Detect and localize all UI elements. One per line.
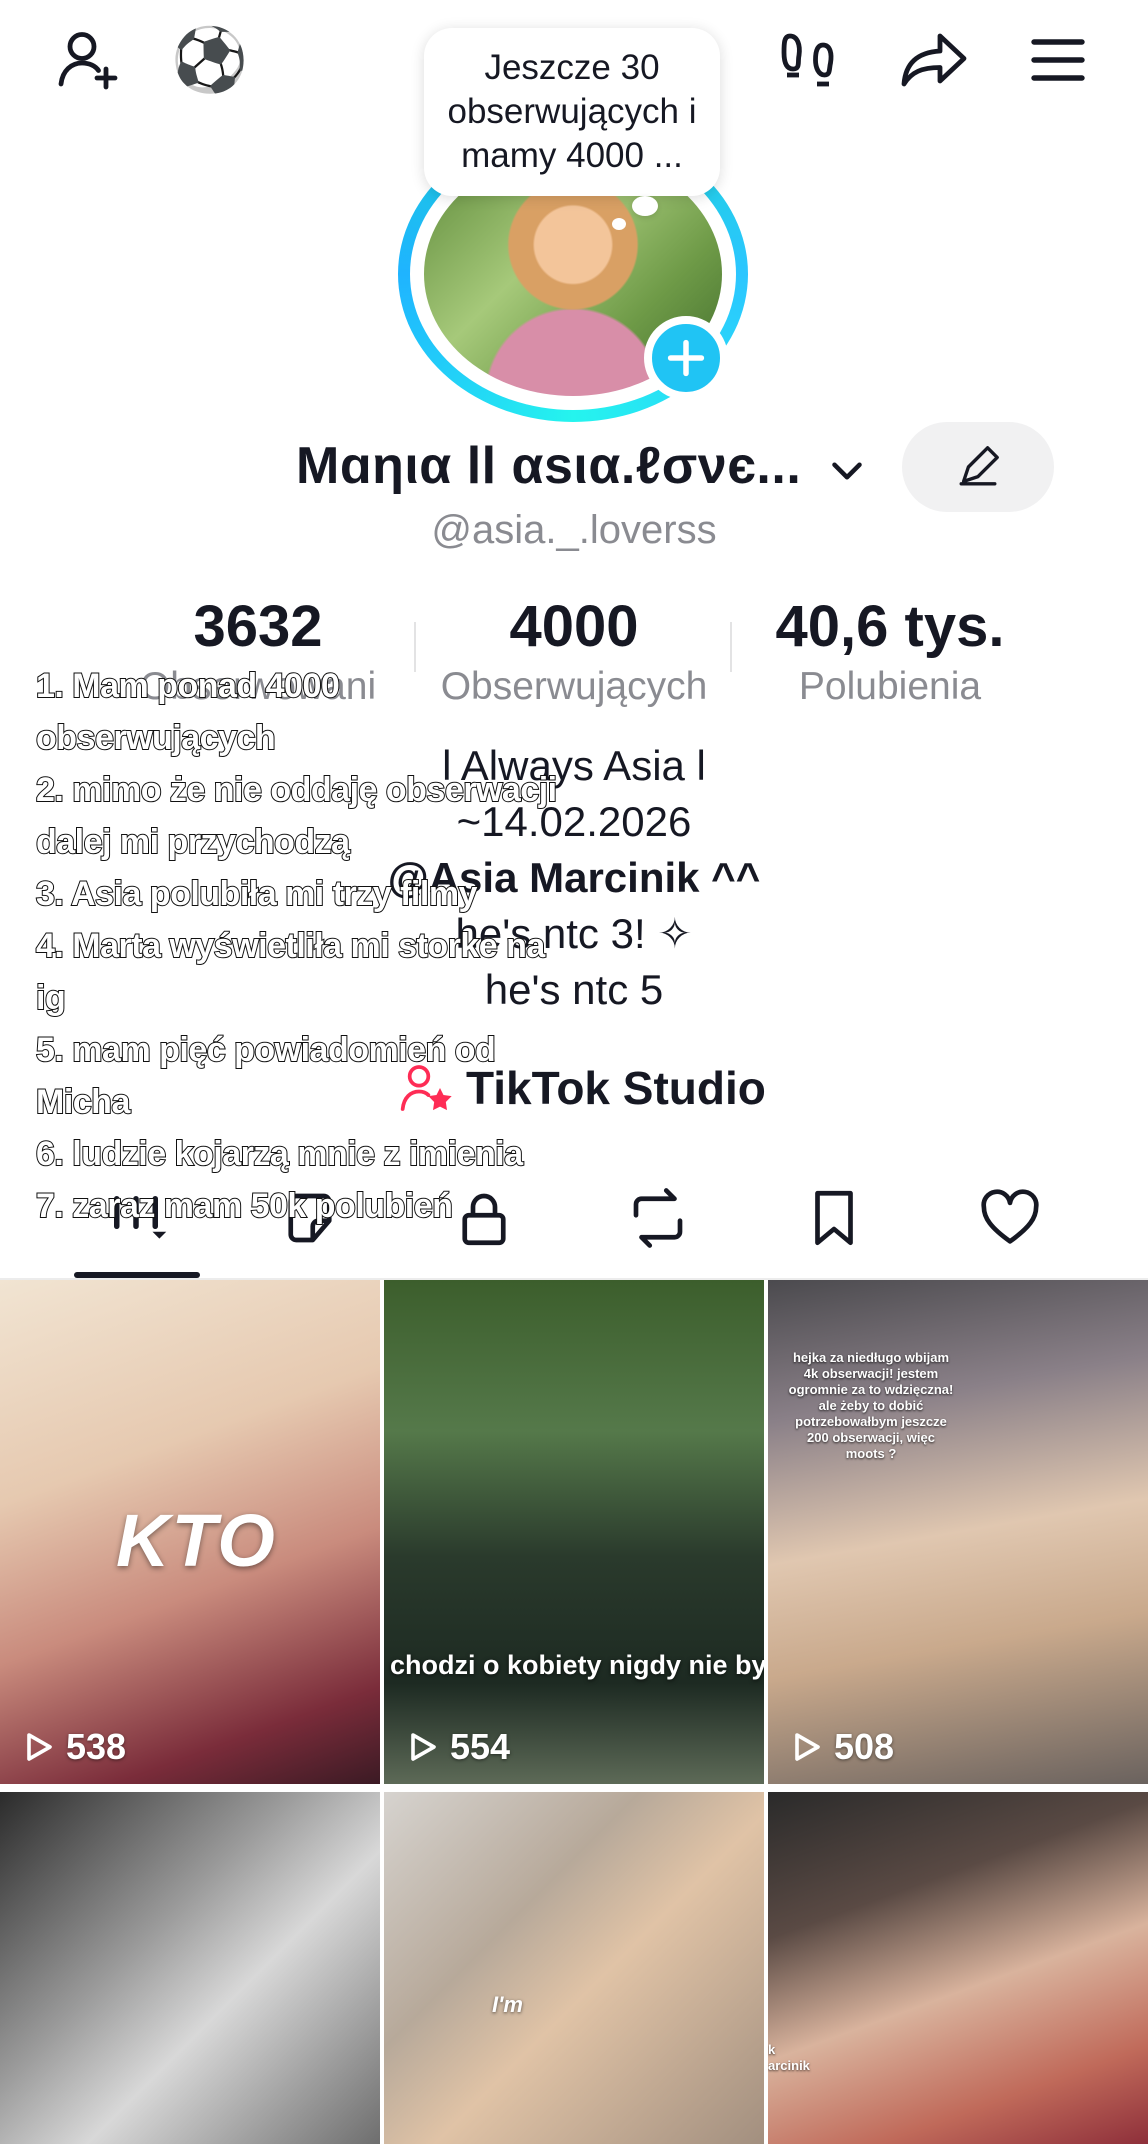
overlay-line: 1. Mam ponad 4000 — [35, 666, 341, 706]
note-bubble-text: Jeszcze 30 obserwujących i mamy 4000 ... — [447, 48, 697, 175]
note-bubble[interactable]: Jeszcze 30 obserwujących i mamy 4000 ... — [424, 28, 720, 196]
overlay-line: 6. ludzie kojarzą mnie z imienia — [35, 1134, 524, 1174]
username: @asia._.loverss — [431, 508, 717, 552]
repost-icon — [633, 1188, 683, 1248]
video-thumbnail[interactable]: KTO 538 — [0, 1280, 380, 1784]
video-views: 554 — [404, 1726, 510, 1768]
share-icon[interactable] — [892, 18, 976, 102]
overlay-line: 5. mam pięć powiadomień od — [35, 1030, 497, 1070]
overlay-line: Micha — [35, 1082, 131, 1122]
overlay-list: 1. Mam ponad 4000 obserwujących 2. mimo … — [35, 660, 558, 1232]
repost-tab[interactable] — [598, 1178, 718, 1258]
overlay-line: 2. mimo że nie oddaję obserwacji — [35, 770, 558, 810]
stat-following-value: 3632 — [193, 594, 323, 659]
video-caption: k arcinik — [768, 2042, 810, 2073]
chevron-down-icon[interactable] — [822, 446, 872, 496]
stat-followers-value: 4000 — [509, 594, 639, 659]
video-caption: I'm — [492, 1992, 523, 2017]
overlay-line: ig — [35, 978, 67, 1018]
video-thumbnail[interactable]: I'm — [384, 1792, 764, 2144]
overlay-line: obserwujących — [35, 718, 277, 758]
overlay-line: 3. Asia polubiła mi trzy filmy — [35, 874, 478, 914]
menu-icon[interactable] — [1016, 18, 1100, 102]
soccer-ball-icon[interactable]: ⚽ — [168, 18, 252, 102]
stat-likes-label: Polubienia — [798, 665, 982, 708]
video-views: 508 — [788, 1726, 894, 1768]
display-name[interactable]: Mɑηια ll αsια.ℓσνє... — [296, 436, 801, 496]
liked-tab[interactable] — [950, 1178, 1070, 1258]
video-caption: chodzi o kobiety nigdy nie byłem odwa — [390, 1650, 764, 1680]
video-thumbnail[interactable]: hejka za niedługo wbijam 4k obserwacji! … — [768, 1280, 1148, 1784]
plus-icon — [667, 339, 705, 377]
stat-likes[interactable]: 40,6 tys. Polubienia — [730, 592, 1050, 710]
overlay-line: 4. Marta wyświetliła mi storke na — [35, 926, 546, 966]
stat-likes-value: 40,6 tys. — [775, 594, 1005, 659]
play-icon — [795, 1733, 820, 1761]
overlay-line: 7. zaraz mam 50k polubień — [35, 1186, 454, 1226]
video-thumbnail[interactable] — [0, 1792, 380, 2144]
add-user-icon[interactable] — [46, 18, 130, 102]
play-icon — [411, 1733, 436, 1761]
video-thumbnail[interactable]: k arcinik — [768, 1792, 1148, 2144]
video-views: 538 — [20, 1726, 126, 1768]
edit-profile-button[interactable] — [902, 422, 1054, 512]
add-story-button[interactable] — [644, 316, 728, 400]
saved-tab[interactable] — [774, 1178, 894, 1258]
video-caption: hejka za niedługo wbijam 4k obserwacji! … — [788, 1350, 954, 1461]
video-views-count: 554 — [450, 1726, 511, 1767]
heart-icon — [981, 1189, 1039, 1244]
footprints-icon[interactable] — [766, 18, 850, 102]
video-views-count: 538 — [66, 1726, 127, 1767]
bookmark-icon — [815, 1190, 853, 1246]
overlay-line: dalej mi przychodzą — [35, 822, 351, 862]
pencil-icon — [959, 446, 999, 486]
play-icon — [27, 1733, 52, 1761]
video-views-count: 508 — [834, 1726, 895, 1767]
video-caption: KTO — [116, 1499, 277, 1582]
video-thumbnail[interactable]: chodzi o kobiety nigdy nie byłem odwa 55… — [384, 1280, 764, 1784]
